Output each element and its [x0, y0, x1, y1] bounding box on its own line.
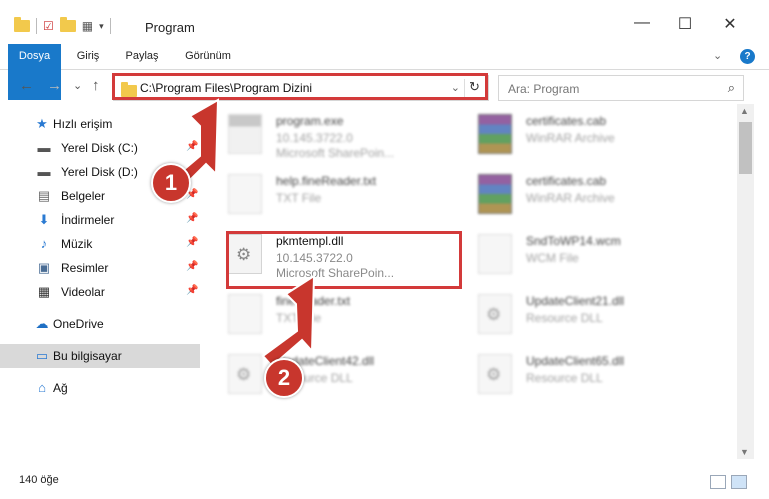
arrow-to-dll-file	[261, 274, 316, 368]
step-2-badge: 2	[264, 358, 304, 398]
callout-arrows	[166, 98, 316, 368]
step-1-badge: 1	[151, 163, 191, 203]
